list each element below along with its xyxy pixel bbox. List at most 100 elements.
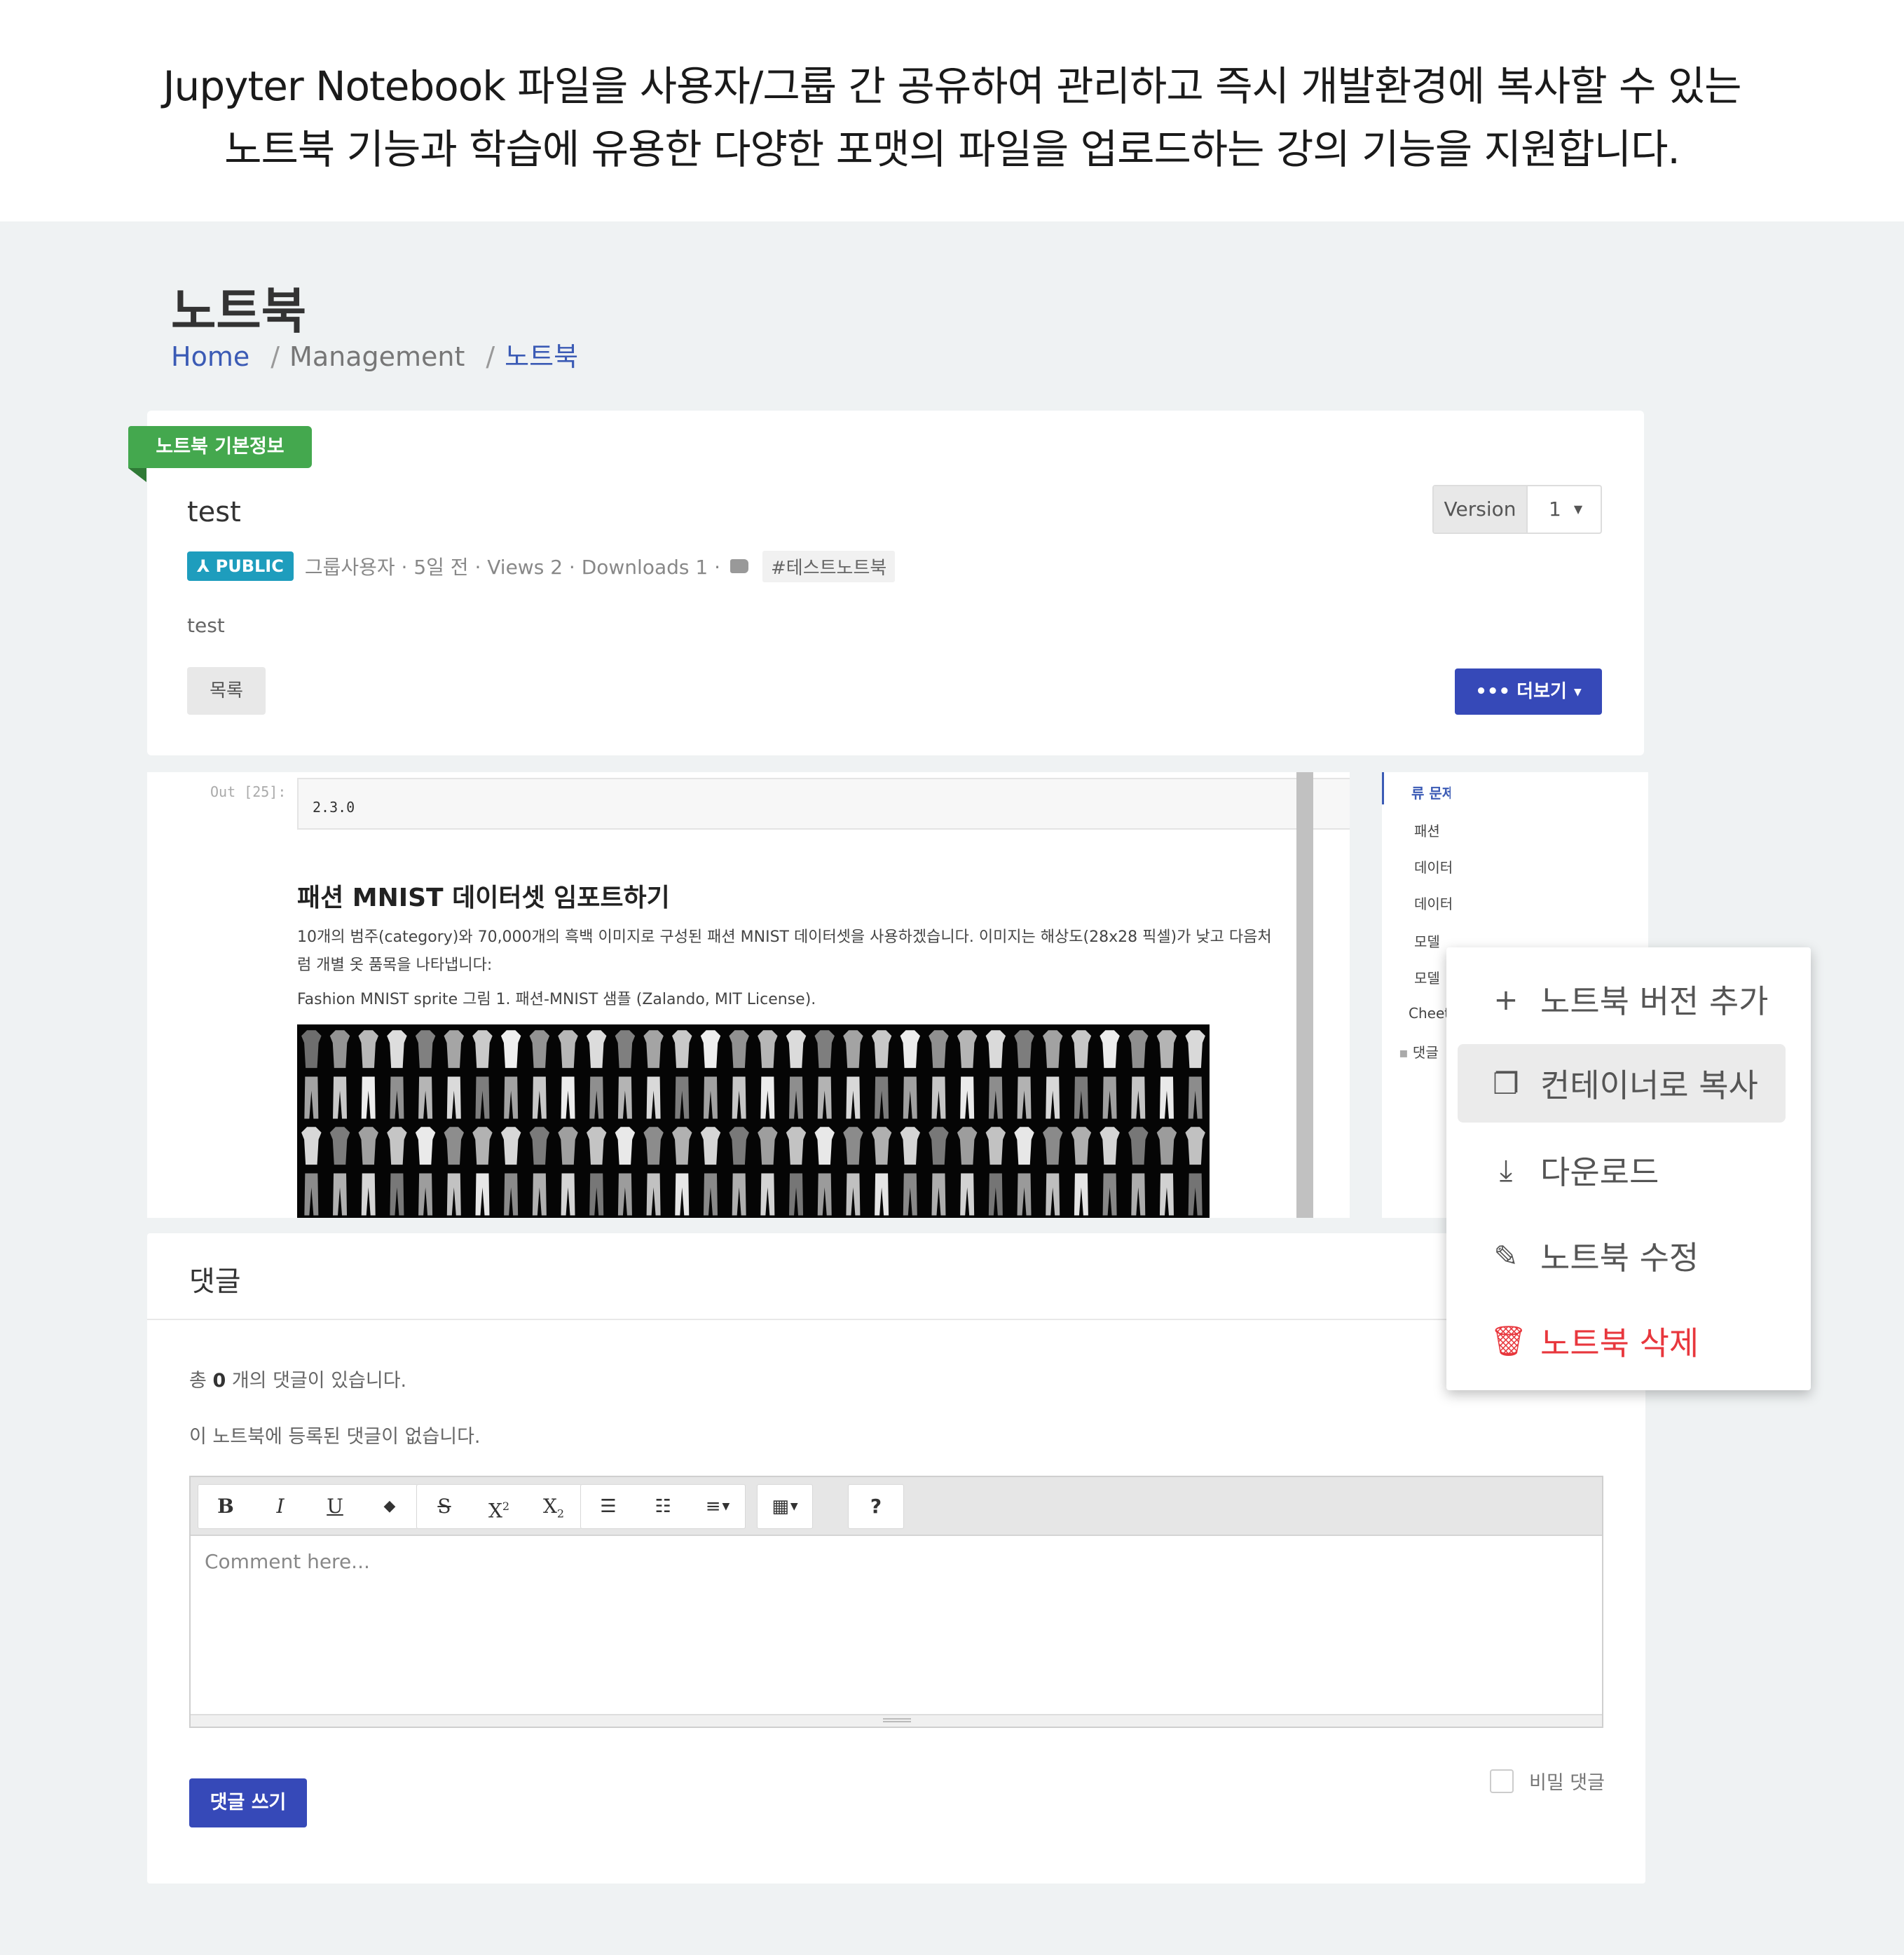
sprite-garment [329, 1030, 350, 1069]
sprite-garment [814, 1030, 835, 1069]
delete-notebook-label: 노트북 삭제 [1540, 1324, 1699, 1362]
notebook-preview[interactable]: Out [25]: 2.3.0 패션 MNIST 데이터셋 임포트하기 10개의… [147, 772, 1350, 1218]
version-select[interactable]: Version 1 ▼ [1432, 485, 1602, 534]
caret-down-icon: ▼ [1573, 687, 1582, 698]
breadcrumb-management[interactable]: Management [289, 341, 465, 372]
sprite-garment [643, 1030, 664, 1069]
sprite-garment [558, 1030, 578, 1069]
sprite-garment [558, 1127, 578, 1165]
count-prefix: 총 [189, 1370, 207, 1392]
superscript-button[interactable]: X2 [472, 1485, 526, 1528]
sprite-garment [875, 1076, 889, 1119]
app-area: 노트북 Home / Management / 노트북 노트북 기본정보 test Ve… [0, 221, 1904, 1955]
download-item[interactable]: ⤓ 다운로드 [1446, 1131, 1811, 1209]
toolbar-group-table: ▦ ▼ [757, 1484, 813, 1529]
bold-button[interactable]: B [198, 1485, 253, 1528]
ordered-list-icon[interactable]: ☷ [636, 1485, 690, 1528]
sprite-garment [444, 1030, 465, 1069]
sprite-garment [1185, 1030, 1205, 1069]
table-icon[interactable]: ▦ ▼ [758, 1485, 812, 1528]
copy-to-container-item[interactable]: ❐ 컨테이너로 복사 [1458, 1044, 1786, 1123]
ribbon-fold [128, 468, 146, 482]
sprite-garment [361, 1173, 376, 1216]
sprite-garment [957, 1127, 978, 1165]
sprite-garment [390, 1173, 404, 1216]
add-version-item[interactable]: + 노트북 버전 추가 [1446, 960, 1811, 1038]
more-dropdown-menu: + 노트북 버전 추가 ❐ 컨테이너로 복사 ⤓ 다운로드 ✎ 노트북 수정 🗑 노트북 … [1446, 947, 1811, 1390]
sprite-garment [1159, 1076, 1174, 1119]
sprite-garment [903, 1076, 917, 1119]
delete-notebook-item[interactable]: 🗑 노트북 삭제 [1446, 1302, 1811, 1380]
vertical-scrollbar[interactable] [1296, 772, 1313, 1218]
sprite-garment [1131, 1173, 1146, 1216]
underline-button[interactable]: U [308, 1485, 362, 1528]
sprite-garment [672, 1127, 692, 1165]
eraser-icon[interactable]: ◆ [362, 1485, 417, 1528]
align-icon[interactable]: ≡ ▼ [690, 1485, 745, 1528]
sprite-garment [1046, 1076, 1060, 1119]
plus-icon: + [1493, 982, 1519, 1017]
sprite-garment [333, 1076, 348, 1119]
sprite-garment [1128, 1127, 1149, 1165]
sprite-garment [760, 1076, 775, 1119]
strikethrough-button[interactable]: S [417, 1485, 472, 1528]
sprite-garment [1100, 1030, 1120, 1069]
comment-textarea[interactable]: Comment here... [205, 1550, 370, 1573]
sprite-garment [589, 1173, 604, 1216]
italic-button[interactable]: I [253, 1485, 308, 1528]
editor-resize-handle[interactable] [191, 1714, 1602, 1727]
toc-item[interactable]: 데이터 [1414, 893, 1453, 913]
visibility-badge: ⅄ PUBLIC [187, 551, 294, 581]
sprite-garment [304, 1173, 319, 1216]
sprite-garment [1071, 1030, 1092, 1069]
sprite-garment [472, 1127, 493, 1165]
sprite-garment [615, 1127, 636, 1165]
version-number: 1 [1549, 498, 1561, 521]
submit-comment-button[interactable]: 댓글 쓰기 [189, 1778, 307, 1827]
sprite-garment [931, 1173, 946, 1216]
unordered-list-icon[interactable]: ☰ [581, 1485, 636, 1528]
sprite-garment [700, 1030, 721, 1069]
sprite-garment [814, 1127, 835, 1165]
secret-comment-option[interactable]: 비밀 댓글 [1490, 1767, 1605, 1795]
download-icon: ⤓ [1499, 1153, 1513, 1187]
sprite-garment [387, 1127, 407, 1165]
tag-chip[interactable]: #테스트노트북 [762, 550, 896, 582]
sprite-garment [586, 1127, 607, 1165]
toc-item[interactable]: 류 문제 [1411, 782, 1451, 802]
subscript-button[interactable]: X2 [526, 1485, 581, 1528]
sprite-garment [329, 1127, 350, 1165]
sprite-garment [532, 1076, 547, 1119]
sprite-garment [789, 1173, 804, 1216]
sprite-garment [846, 1173, 861, 1216]
list-button[interactable]: 목록 [187, 667, 266, 715]
sprite-garment [1071, 1127, 1092, 1165]
sprite-garment [703, 1076, 718, 1119]
sprite-garment [1102, 1173, 1117, 1216]
sprite-garment [1185, 1127, 1205, 1165]
more-button[interactable]: ••• 더보기 ▼ [1455, 668, 1602, 715]
toc-item[interactable]: 패션 [1414, 820, 1453, 840]
sprite-garment [871, 1127, 892, 1165]
sprite-garment [301, 1127, 322, 1165]
edit-notebook-item[interactable]: ✎ 노트북 수정 [1446, 1216, 1811, 1295]
toc-item[interactable]: 데이터 [1414, 856, 1453, 877]
sprite-garment [871, 1030, 892, 1069]
version-value[interactable]: 1 ▼ [1528, 486, 1601, 533]
sprite-garment [532, 1173, 547, 1216]
sprite-garment [475, 1076, 490, 1119]
sprite-garment [1046, 1173, 1060, 1216]
secret-comment-checkbox[interactable] [1490, 1769, 1514, 1793]
caret-down-icon: ▼ [1573, 502, 1583, 516]
sprite-garment [1042, 1127, 1063, 1165]
help-icon[interactable]: ? [849, 1485, 903, 1528]
breadcrumb-home[interactable]: Home [171, 341, 249, 372]
sprite-garment [446, 1173, 461, 1216]
comment-icon: ▪ [1399, 1044, 1413, 1061]
sprite-garment [817, 1076, 832, 1119]
sprite-garment [358, 1127, 378, 1165]
visibility-label: PUBLIC [215, 556, 284, 576]
sprite-garment [985, 1127, 1006, 1165]
toc-item[interactable]: Cheet [1409, 1005, 1448, 1022]
comments-title: 댓글 [189, 1265, 241, 1298]
